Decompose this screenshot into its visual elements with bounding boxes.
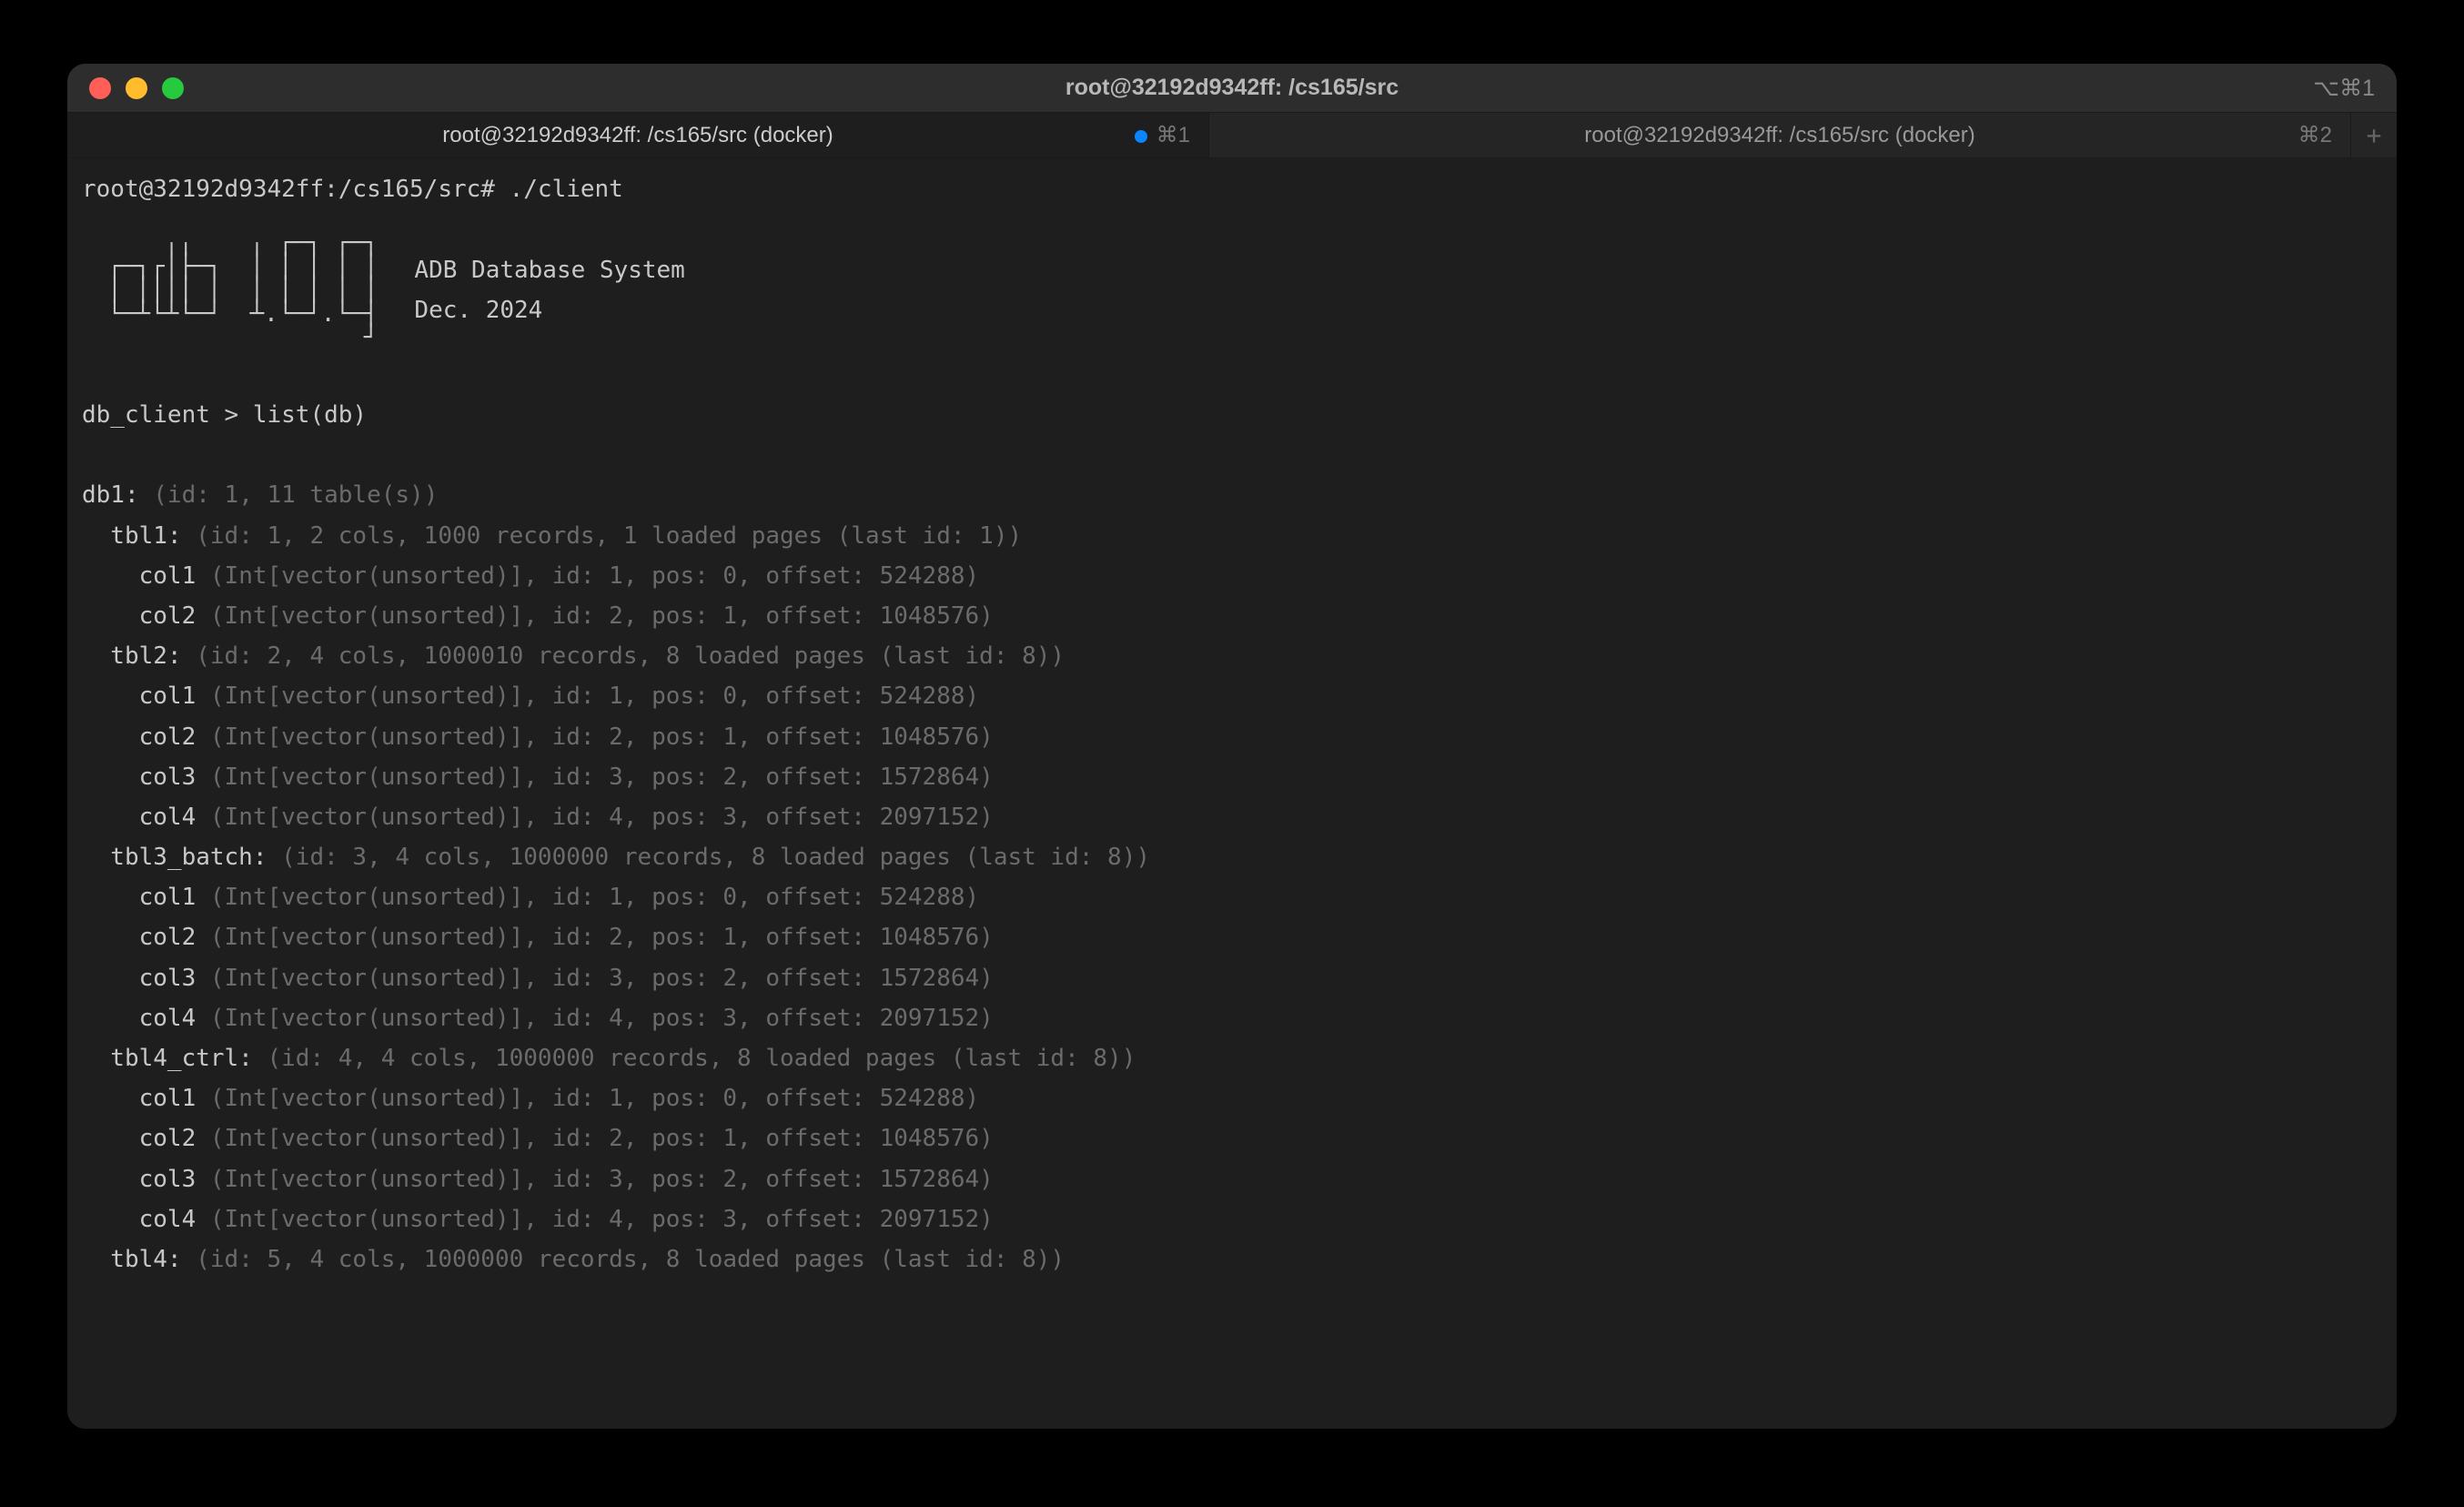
modified-indicator-icon bbox=[1135, 130, 1147, 143]
column-row: col1 (Int[vector(unsorted)], id: 1, pos:… bbox=[82, 676, 2382, 716]
tab-shortcut: ⌘1 bbox=[1135, 122, 1190, 148]
column-row: col3 (Int[vector(unsorted)], id: 3, pos:… bbox=[82, 1159, 2382, 1199]
column-row-meta: (Int[vector(unsorted)], id: 2, pos: 1, o… bbox=[196, 924, 994, 951]
maximize-icon[interactable] bbox=[162, 77, 184, 99]
tab-1[interactable]: root@32192d9342ff: /cs165/src (docker) ⌘… bbox=[67, 113, 1209, 157]
column-row: col1 (Int[vector(unsorted)], id: 1, pos:… bbox=[82, 556, 2382, 596]
table-row: tbl4: (id: 5, 4 cols, 1000000 records, 8… bbox=[82, 1239, 2382, 1279]
terminal-content[interactable]: root@32192d9342ff:/cs165/src# ./client ╷… bbox=[67, 158, 2397, 1429]
column-row: col4 (Int[vector(unsorted)], id: 4, pos:… bbox=[82, 1199, 2382, 1239]
column-row-meta: (Int[vector(unsorted)], id: 4, pos: 3, o… bbox=[196, 804, 994, 831]
db-header-name: db1: bbox=[82, 481, 139, 509]
table-row-meta: (id: 4, 4 cols, 1000000 records, 8 loade… bbox=[253, 1045, 1136, 1072]
db-header: db1: (id: 1, 11 table(s)) bbox=[82, 475, 2382, 515]
column-row: col1 (Int[vector(unsorted)], id: 1, pos:… bbox=[82, 877, 2382, 917]
column-row-name: col4 bbox=[82, 804, 196, 831]
column-row-name: col1 bbox=[82, 562, 196, 590]
table-row: tbl1: (id: 1, 2 cols, 1000 records, 1 lo… bbox=[82, 516, 2382, 556]
table-row-meta: (id: 3, 4 cols, 1000000 records, 8 loade… bbox=[268, 844, 1151, 871]
table-row-name: tbl4: bbox=[82, 1246, 182, 1273]
table-row-name: tbl3_batch: bbox=[82, 844, 268, 871]
tab-label: root@32192d9342ff: /cs165/src (docker) bbox=[442, 123, 833, 148]
column-row-meta: (Int[vector(unsorted)], id: 1, pos: 0, o… bbox=[196, 884, 979, 911]
table-row: tbl3_batch: (id: 3, 4 cols, 1000000 reco… bbox=[82, 837, 2382, 877]
column-row-meta: (Int[vector(unsorted)], id: 3, pos: 2, o… bbox=[196, 1166, 994, 1193]
table-row: tbl4_ctrl: (id: 4, 4 cols, 1000000 recor… bbox=[82, 1038, 2382, 1078]
column-row-name: col1 bbox=[82, 1085, 196, 1112]
column-row: col2 (Int[vector(unsorted)], id: 2, pos:… bbox=[82, 596, 2382, 636]
titlebar[interactable]: root@32192d9342ff: /cs165/src ⌥⌘1 bbox=[67, 64, 2397, 113]
column-row-name: col1 bbox=[82, 683, 196, 710]
tabbar: root@32192d9342ff: /cs165/src (docker) ⌘… bbox=[67, 113, 2397, 158]
table-row-name: tbl1: bbox=[82, 522, 182, 550]
table-row-meta: (id: 5, 4 cols, 1000000 records, 8 loade… bbox=[182, 1246, 1065, 1273]
shell-prompt: root@32192d9342ff:/cs165/src# bbox=[82, 176, 510, 203]
column-row-name: col4 bbox=[82, 1206, 196, 1233]
db-output: db1: (id: 1, 11 table(s)) tbl1: (id: 1, … bbox=[82, 475, 2382, 1279]
column-row-meta: (Int[vector(unsorted)], id: 2, pos: 1, o… bbox=[196, 723, 994, 751]
column-row-name: col2 bbox=[82, 723, 196, 751]
table-row-name: tbl2: bbox=[82, 642, 182, 670]
column-row: col2 (Int[vector(unsorted)], id: 2, pos:… bbox=[82, 917, 2382, 957]
minimize-icon[interactable] bbox=[126, 77, 147, 99]
traffic-lights bbox=[67, 77, 184, 99]
banner-line-2: Dec. 2024 bbox=[414, 290, 684, 330]
column-row-meta: (Int[vector(unsorted)], id: 3, pos: 2, o… bbox=[196, 965, 994, 992]
column-row-meta: (Int[vector(unsorted)], id: 3, pos: 2, o… bbox=[196, 764, 994, 791]
tab-2[interactable]: root@32192d9342ff: /cs165/src (docker) ⌘… bbox=[1209, 113, 2351, 157]
column-row: col4 (Int[vector(unsorted)], id: 4, pos:… bbox=[82, 998, 2382, 1038]
column-row-name: col2 bbox=[82, 924, 196, 951]
column-row-name: col2 bbox=[82, 602, 196, 630]
column-row-meta: (Int[vector(unsorted)], id: 1, pos: 0, o… bbox=[196, 1085, 979, 1112]
table-row-meta: (id: 1, 2 cols, 1000 records, 1 loaded p… bbox=[182, 522, 1023, 550]
spacer bbox=[82, 435, 2382, 475]
column-row: col4 (Int[vector(unsorted)], id: 4, pos:… bbox=[82, 797, 2382, 837]
column-row-name: col1 bbox=[82, 884, 196, 911]
column-row-name: col2 bbox=[82, 1125, 196, 1152]
add-tab-button[interactable]: + bbox=[2351, 113, 2397, 157]
column-row-name: col3 bbox=[82, 764, 196, 791]
table-row-meta: (id: 2, 4 cols, 1000010 records, 8 loade… bbox=[182, 642, 1065, 670]
banner: ╷╷ ╷ ┌─┐ ┌─┐ ┌─┐┌│├─┐ │ │ │ │ │ │ ││││ │… bbox=[107, 231, 2382, 349]
shell-command: ./client bbox=[510, 176, 623, 203]
column-row: col3 (Int[vector(unsorted)], id: 3, pos:… bbox=[82, 958, 2382, 998]
window-title: root@32192d9342ff: /cs165/src bbox=[67, 75, 2397, 101]
adb-logo-icon: ╷╷ ╷ ┌─┐ ┌─┐ ┌─┐┌│├─┐ │ │ │ │ │ │ ││││ │… bbox=[107, 231, 378, 349]
terminal-window: root@32192d9342ff: /cs165/src ⌥⌘1 root@3… bbox=[67, 64, 2397, 1429]
banner-line-1: ADB Database System bbox=[414, 250, 684, 290]
client-prompt: db_client > bbox=[82, 401, 253, 429]
tab-shortcut: ⌘2 bbox=[2298, 122, 2332, 148]
column-row-meta: (Int[vector(unsorted)], id: 2, pos: 1, o… bbox=[196, 1125, 994, 1152]
table-row-name: tbl4_ctrl: bbox=[82, 1045, 253, 1072]
column-row: col1 (Int[vector(unsorted)], id: 1, pos:… bbox=[82, 1078, 2382, 1118]
db-header-meta: (id: 1, 11 table(s)) bbox=[139, 481, 439, 509]
column-row: col3 (Int[vector(unsorted)], id: 3, pos:… bbox=[82, 757, 2382, 797]
column-row-name: col3 bbox=[82, 965, 196, 992]
column-row-meta: (Int[vector(unsorted)], id: 2, pos: 1, o… bbox=[196, 602, 994, 630]
column-row-name: col3 bbox=[82, 1166, 196, 1193]
column-row: col2 (Int[vector(unsorted)], id: 2, pos:… bbox=[82, 1118, 2382, 1158]
tab-label: root@32192d9342ff: /cs165/src (docker) bbox=[1584, 123, 1975, 148]
shell-line: root@32192d9342ff:/cs165/src# ./client bbox=[82, 169, 2382, 209]
column-row-meta: (Int[vector(unsorted)], id: 4, pos: 3, o… bbox=[196, 1005, 994, 1032]
titlebar-shortcut: ⌥⌘1 bbox=[2313, 75, 2375, 102]
close-icon[interactable] bbox=[89, 77, 111, 99]
column-row-name: col4 bbox=[82, 1005, 196, 1032]
column-row-meta: (Int[vector(unsorted)], id: 1, pos: 0, o… bbox=[196, 562, 979, 590]
column-row-meta: (Int[vector(unsorted)], id: 4, pos: 3, o… bbox=[196, 1206, 994, 1233]
table-row: tbl2: (id: 2, 4 cols, 1000010 records, 8… bbox=[82, 636, 2382, 676]
column-row-meta: (Int[vector(unsorted)], id: 1, pos: 0, o… bbox=[196, 683, 979, 710]
column-row: col2 (Int[vector(unsorted)], id: 2, pos:… bbox=[82, 717, 2382, 757]
banner-text: ADB Database System Dec. 2024 bbox=[414, 250, 684, 330]
client-line: db_client > list(db) bbox=[82, 395, 2382, 435]
client-command: list(db) bbox=[253, 401, 367, 429]
